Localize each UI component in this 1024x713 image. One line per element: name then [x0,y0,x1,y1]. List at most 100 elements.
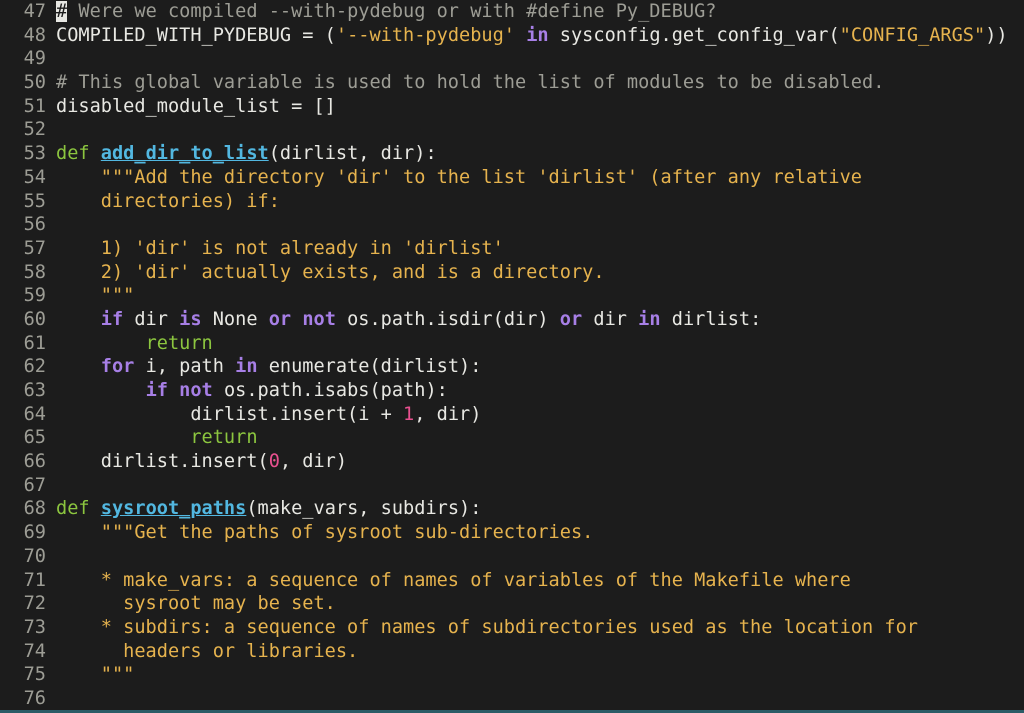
token-plain: dirlist: [660,308,762,330]
code-line[interactable]: 67 [0,474,1024,498]
line-number: 68 [23,498,46,520]
code-area[interactable]: 47 # Were we compiled --with-pydebug or w… [0,0,1024,711]
code-line[interactable]: 57 1) 'dir' is not already in 'dirlist' [0,237,1024,261]
gutter-gap [46,118,56,142]
token-plain: os.path.isabs(path): [212,380,448,401]
token-comment: Were we compiled --with-pydebug or with … [67,1,717,22]
line-text[interactable]: if dir is None or not os.path.isdir(dir)… [56,308,762,332]
line-number: 76 [23,687,46,709]
code-line[interactable]: 51 disabled_module_list = [] [0,95,1024,119]
code-line[interactable]: 72 sysroot may be set. [0,592,1024,616]
line-text[interactable]: * subdirs: a sequence of names of subdir… [56,616,918,640]
token-keyword: or [559,308,583,330]
code-line[interactable]: 74 headers or libraries. [0,640,1024,664]
line-text[interactable]: """Add the directory 'dir' to the list '… [56,166,862,190]
token-plain: enumerate(dirlist): [257,356,482,378]
gutter-gap [46,663,56,687]
line-number: 62 [23,356,46,378]
code-line[interactable]: 47 # Were we compiled --with-pydebug or w… [0,0,1024,24]
code-line[interactable]: 75 """ [0,663,1024,687]
gutter-gap [46,569,56,593]
line-number: 50 [23,72,46,94]
code-line[interactable]: 62 for i, path in enumerate(dirlist): [0,355,1024,379]
code-line[interactable]: 65 return [0,426,1024,450]
line-text[interactable]: """ [56,663,135,687]
gutter-gap [46,142,56,166]
line-text[interactable]: directories) if: [56,190,280,214]
line-text[interactable]: # Were we compiled --with-pydebug or wit… [56,0,716,24]
code-line[interactable]: 60 if dir is None or not os.path.isdir(d… [0,308,1024,332]
gutter-gap [46,0,56,24]
code-line[interactable]: 66 dirlist.insert(0, dir) [0,450,1024,474]
code-line[interactable]: 70 [0,545,1024,569]
line-text[interactable]: return [56,332,213,356]
line-number: 66 [23,451,46,473]
gutter-gap [46,332,56,356]
line-number: 53 [23,143,46,165]
code-line[interactable]: 73 * subdirs: a sequence of names of sub… [0,616,1024,640]
token-func: add_dir_to_list [100,143,269,165]
line-text[interactable]: 1) 'dir' is not already in 'dirlist' [56,237,504,261]
code-line[interactable]: 48 COMPILED_WITH_PYDEBUG = ('--with-pydeb… [0,24,1024,48]
token-string: """Get the paths of sysroot sub-director… [100,522,594,544]
line-text[interactable]: """ [56,284,135,308]
code-line[interactable]: 64 dirlist.insert(i + 1, dir) [0,403,1024,427]
token-string: headers or libraries. [56,640,359,662]
gutter-gap [46,545,56,569]
line-text[interactable]: dirlist.insert(i + 1, dir) [56,403,481,427]
code-line[interactable]: 69 """Get the paths of sysroot sub-direc… [0,521,1024,545]
code-line[interactable]: 68 def sysroot_paths(make_vars, subdirs): [0,497,1024,521]
line-text[interactable]: if not os.path.isabs(path): [56,379,448,403]
code-line[interactable]: 54 """Add the directory 'dir' to the lis… [0,166,1024,190]
code-line[interactable]: 56 [0,213,1024,237]
code-line[interactable]: 76 [0,687,1024,711]
line-number: 55 [23,190,46,212]
line-text[interactable]: """Get the paths of sysroot sub-director… [56,521,594,545]
line-text[interactable]: headers or libraries. [56,640,358,664]
line-text[interactable]: return [56,426,257,450]
gutter-gap [46,237,56,261]
line-number: 61 [23,332,46,354]
token-comment: # This global variable is used to hold t… [56,72,885,94]
code-line[interactable]: 55 directories) if: [0,190,1024,214]
code-line[interactable]: 53 def add_dir_to_list(dirlist, dir): [0,142,1024,166]
code-editor[interactable]: 47 # Were we compiled --with-pydebug or w… [0,0,1024,713]
line-text[interactable]: def sysroot_paths(make_vars, subdirs): [56,497,481,521]
gutter-gap [46,616,56,640]
code-line[interactable]: 63 if not os.path.isabs(path): [0,379,1024,403]
line-text[interactable]: disabled_module_list = [] [56,95,336,119]
line-text[interactable]: sysroot may be set. [56,592,336,616]
gutter-gap [46,355,56,379]
code-line[interactable]: 52 [0,118,1024,142]
line-text[interactable]: dirlist.insert(0, dir) [56,450,347,474]
line-text[interactable]: 2) 'dir' actually exists, and is a direc… [56,261,605,285]
line-text[interactable]: for i, path in enumerate(dirlist): [56,355,482,379]
token-def: def [56,498,90,520]
line-text[interactable]: # This global variable is used to hold t… [56,71,884,95]
token-keyword: or [268,308,292,330]
line-number: 70 [23,545,46,567]
code-line[interactable]: 58 2) 'dir' actually exists, and is a di… [0,261,1024,285]
code-line[interactable]: 49 [0,47,1024,71]
code-line[interactable]: 59 """ [0,284,1024,308]
line-text[interactable]: def add_dir_to_list(dirlist, dir): [56,142,437,166]
token-string: "CONFIG_ARGS" [839,24,986,46]
code-line[interactable]: 50 # This global variable is used to hold… [0,71,1024,95]
token-string: 2) 'dir' actually exists, and is a direc… [56,261,605,283]
gutter-gap [46,450,56,474]
token-plain: i, path [134,356,236,378]
code-line[interactable]: 71 * make_vars: a sequence of names of v… [0,569,1024,593]
token-plain: , dir) [279,451,348,473]
line-text[interactable]: * make_vars: a sequence of names of vari… [56,569,851,593]
line-text[interactable]: COMPILED_WITH_PYDEBUG = ('--with-pydebug… [56,24,1008,48]
token-string: '--with-pydebug' [335,24,515,46]
code-line[interactable]: 61 return [0,332,1024,356]
token-plain: disabled_module_list = [] [56,95,336,117]
line-number: 58 [23,261,46,283]
line-number: 64 [23,403,46,425]
